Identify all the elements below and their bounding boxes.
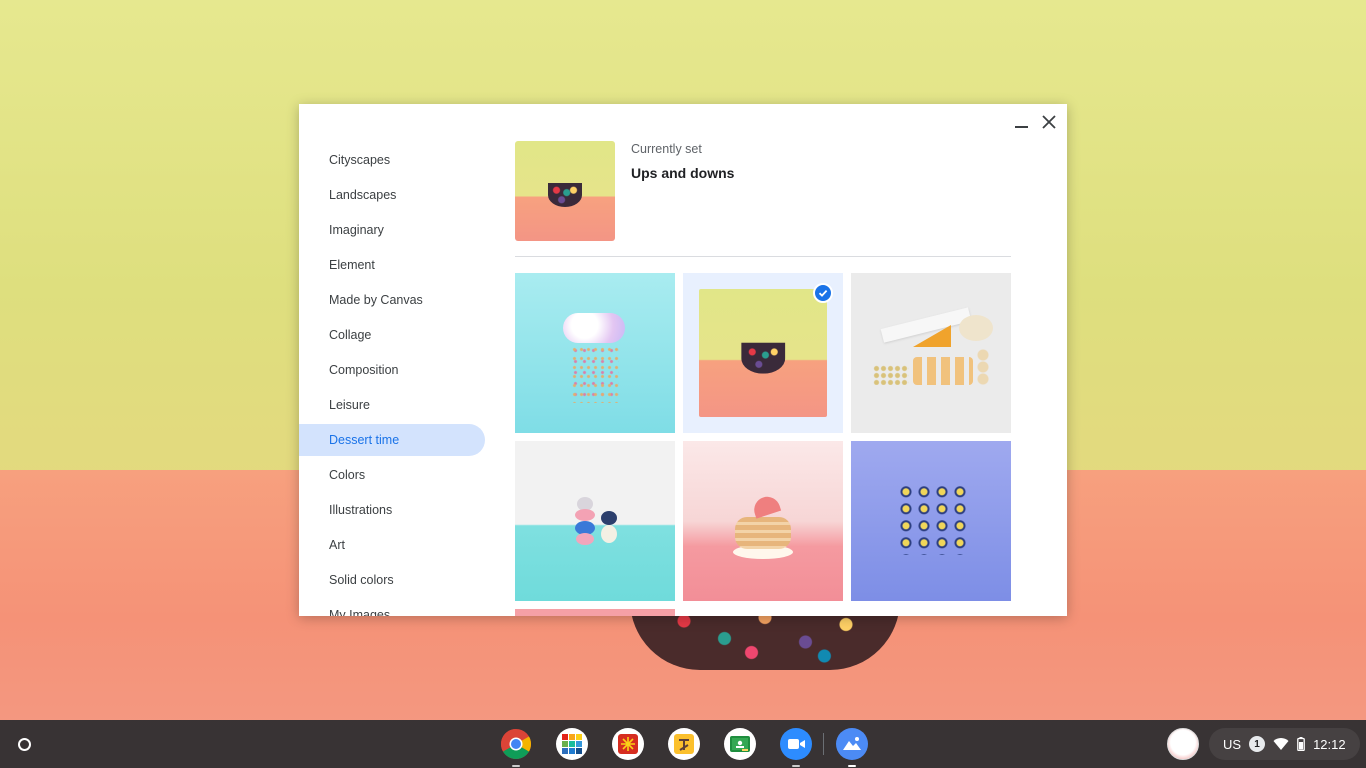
window-controls bbox=[1009, 110, 1061, 134]
shelf-separator bbox=[823, 733, 824, 755]
system-status-area[interactable]: US 1 12:12 bbox=[1209, 728, 1360, 760]
app-4-icon bbox=[674, 734, 694, 754]
sidebar-item-cityscapes[interactable]: Cityscapes bbox=[299, 144, 485, 176]
current-wallpaper-thumbnail bbox=[515, 141, 615, 241]
chrome-icon bbox=[500, 729, 532, 760]
classroom-icon bbox=[730, 736, 750, 752]
app-zoom[interactable] bbox=[780, 728, 812, 767]
wallpaper-tile-candy-grid[interactable] bbox=[851, 441, 1011, 601]
sidebar-item-label: Imaginary bbox=[329, 223, 384, 237]
wallpaper-tile-pancakes[interactable] bbox=[683, 441, 843, 601]
minimize-button[interactable] bbox=[1009, 110, 1033, 134]
close-icon bbox=[1042, 115, 1056, 129]
user-avatar[interactable] bbox=[1167, 728, 1199, 760]
currently-set-label: Currently set bbox=[631, 142, 702, 156]
wallpaper-tile-baking-tools[interactable] bbox=[851, 273, 1011, 433]
wallpaper-tile-macaron-stacks[interactable] bbox=[515, 441, 675, 601]
app-3[interactable] bbox=[612, 728, 644, 760]
sidebar-item-composition[interactable]: Composition bbox=[299, 354, 485, 386]
input-method-indicator: US bbox=[1223, 736, 1242, 752]
app-4[interactable] bbox=[668, 728, 700, 760]
sidebar-item-label: Leisure bbox=[329, 398, 370, 412]
wallpaper-grid bbox=[515, 273, 1011, 616]
zoom-icon bbox=[788, 739, 805, 749]
sidebar-item-imaginary[interactable]: Imaginary bbox=[299, 214, 485, 246]
sidebar-item-label: Illustrations bbox=[329, 503, 393, 517]
close-button[interactable] bbox=[1037, 110, 1061, 134]
app-tinkercad[interactable] bbox=[556, 728, 588, 760]
sidebar-item-label: Collage bbox=[329, 328, 372, 342]
sidebar-item-leisure[interactable]: Leisure bbox=[299, 389, 485, 421]
launcher-button[interactable] bbox=[10, 730, 38, 758]
sidebar-item-label: Dessert time bbox=[329, 433, 400, 447]
currently-set-panel: Currently set Ups and downs bbox=[515, 141, 1011, 257]
check-icon bbox=[813, 283, 833, 303]
collection-sidebar: Cityscapes Landscapes Imaginary Element … bbox=[299, 144, 485, 616]
wallpaper-picker-window: Cityscapes Landscapes Imaginary Element … bbox=[299, 104, 1067, 616]
sidebar-item-landscapes[interactable]: Landscapes bbox=[299, 179, 485, 211]
wifi-icon bbox=[1273, 738, 1289, 750]
shelf: US 1 12:12 bbox=[0, 720, 1366, 768]
sidebar-item-element[interactable]: Element bbox=[299, 249, 485, 281]
battery-icon bbox=[1297, 737, 1305, 751]
pinned-apps bbox=[500, 728, 868, 767]
wallpaper-app-icon bbox=[843, 737, 861, 750]
app-chrome[interactable] bbox=[500, 728, 532, 767]
sidebar-item-illustrations[interactable]: Illustrations bbox=[299, 494, 485, 526]
wallpaper-content: Currently set Ups and downs bbox=[515, 141, 1011, 616]
sidebar-item-label: Art bbox=[329, 538, 345, 552]
sidebar-item-label: Element bbox=[329, 258, 375, 272]
sidebar-item-label: Landscapes bbox=[329, 188, 397, 202]
wallpaper-tile-cloud[interactable] bbox=[515, 273, 675, 433]
status-tray: US 1 12:12 bbox=[1167, 728, 1360, 760]
sidebar-item-made-by-canvas[interactable]: Made by Canvas bbox=[299, 284, 485, 316]
current-wallpaper-name: Ups and downs bbox=[631, 165, 735, 181]
launcher-icon bbox=[17, 737, 31, 751]
sidebar-item-label: Cityscapes bbox=[329, 153, 391, 167]
minimize-icon bbox=[1014, 126, 1028, 128]
sidebar-item-collage[interactable]: Collage bbox=[299, 319, 485, 351]
app-3-icon bbox=[618, 734, 638, 754]
clock: 12:12 bbox=[1313, 736, 1346, 752]
sidebar-item-label: Colors bbox=[329, 468, 366, 482]
sidebar-item-label: Solid colors bbox=[329, 573, 394, 587]
sidebar-item-colors[interactable]: Colors bbox=[299, 459, 485, 491]
sidebar-item-my-images[interactable]: My Images bbox=[299, 599, 485, 616]
notification-count-badge: 1 bbox=[1249, 736, 1266, 752]
sidebar-item-dessert-time[interactable]: Dessert time bbox=[299, 424, 485, 456]
sidebar-item-solid-colors[interactable]: Solid colors bbox=[299, 564, 485, 596]
app-wallpaper[interactable] bbox=[836, 728, 868, 767]
tinkercad-icon bbox=[562, 734, 582, 754]
sidebar-item-label: Made by Canvas bbox=[329, 293, 423, 307]
sidebar-item-label: My Images bbox=[329, 608, 391, 616]
sidebar-item-label: Composition bbox=[329, 363, 399, 377]
wallpaper-tile-pink[interactable] bbox=[515, 609, 675, 616]
app-google-classroom[interactable] bbox=[724, 728, 756, 760]
sidebar-item-art[interactable]: Art bbox=[299, 529, 485, 561]
wallpaper-tile-ups-and-downs[interactable] bbox=[683, 273, 843, 433]
